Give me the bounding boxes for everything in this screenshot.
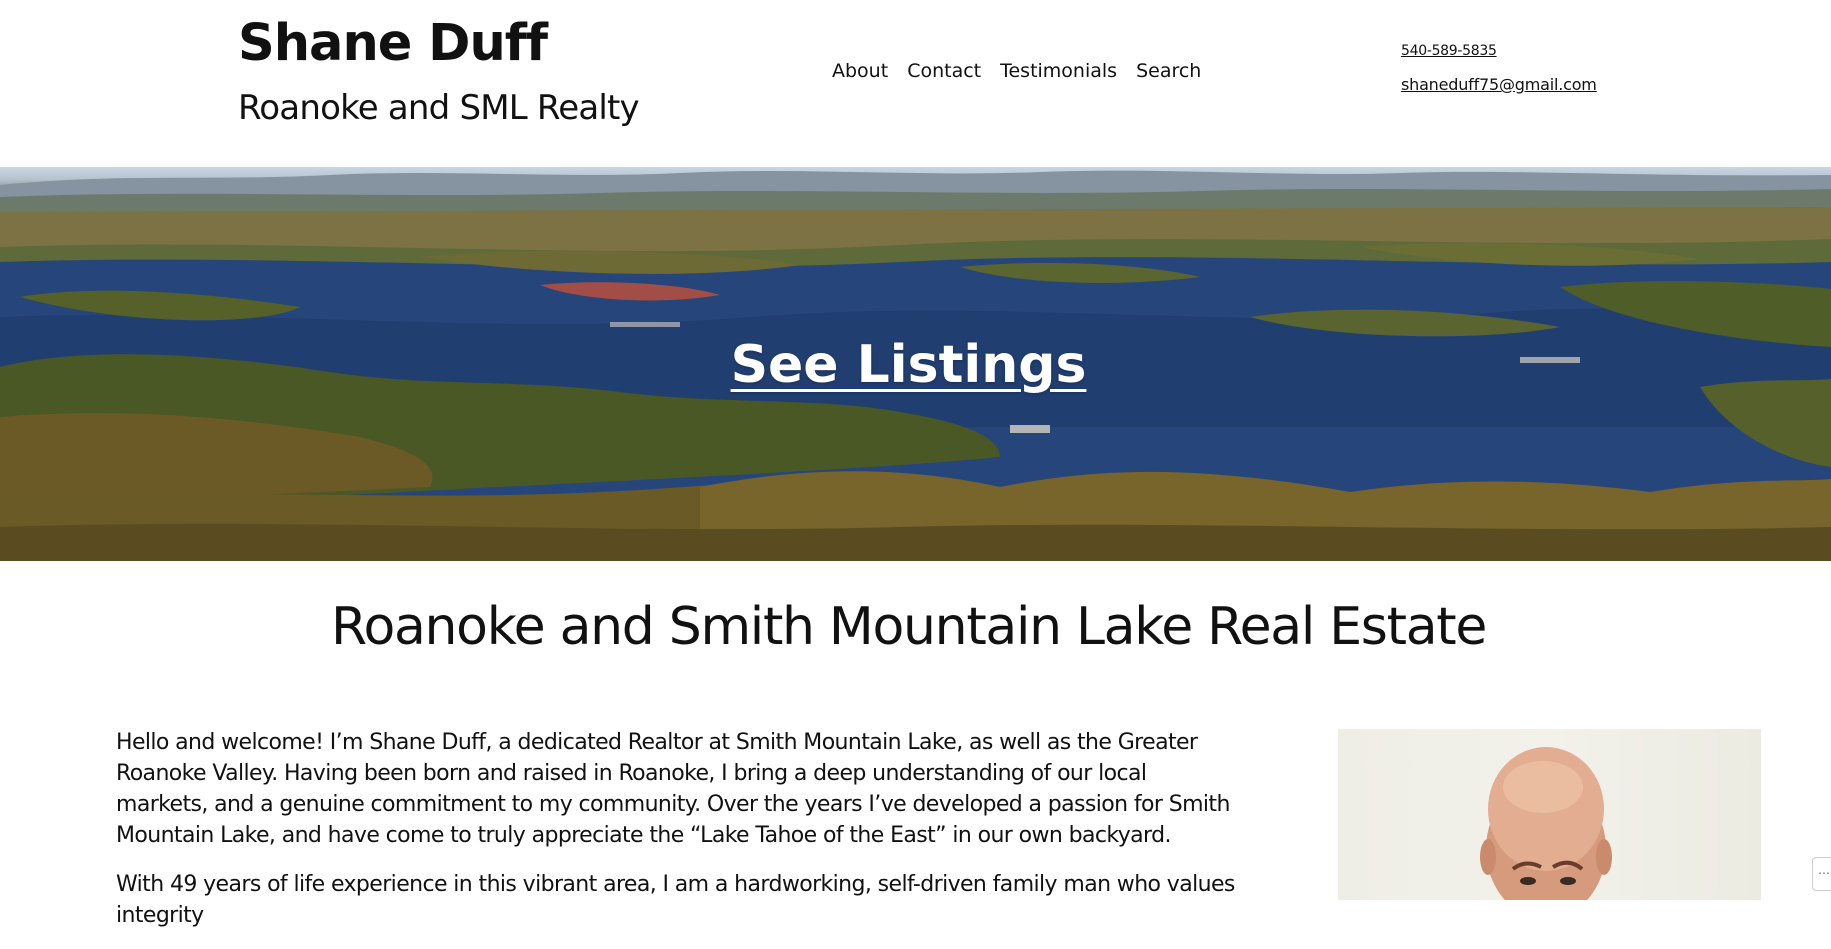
nav-item-search[interactable]: Search <box>1136 60 1201 82</box>
nav-item-contact[interactable]: Contact <box>907 60 981 82</box>
see-listings-link[interactable]: See Listings <box>0 335 1817 395</box>
page-heading: Roanoke and Smith Mountain Lake Real Est… <box>330 597 1487 657</box>
intro-text: Hello and welcome! I’m Shane Duff, a ded… <box>116 727 1236 949</box>
site-title[interactable]: Shane Duff <box>238 14 548 73</box>
agent-portrait <box>1338 729 1761 900</box>
nav-item-about[interactable]: About <box>832 60 888 82</box>
agent-photo <box>1480 747 1612 900</box>
ellipsis-icon[interactable]: ⋯ <box>1812 857 1831 891</box>
header-contact: 540-589-5835 shaneduff75@gmail.com <box>1401 43 1597 94</box>
primary-nav: About Contact Testimonials Search <box>832 60 1201 82</box>
site-header: Shane Duff Roanoke and SML Realty About … <box>0 0 1831 167</box>
hero-banner: See Listings <box>0 167 1831 561</box>
intro-paragraph: With 49 years of life experience in this… <box>116 872 1235 928</box>
phone-link[interactable]: 540-589-5835 <box>1401 43 1597 59</box>
site-tagline: Roanoke and SML Realty <box>238 88 640 128</box>
nav-item-testimonials[interactable]: Testimonials <box>1000 60 1117 82</box>
email-link[interactable]: shaneduff75@gmail.com <box>1401 75 1597 94</box>
intro-paragraph: Hello and welcome! I’m Shane Duff, a ded… <box>116 730 1230 848</box>
